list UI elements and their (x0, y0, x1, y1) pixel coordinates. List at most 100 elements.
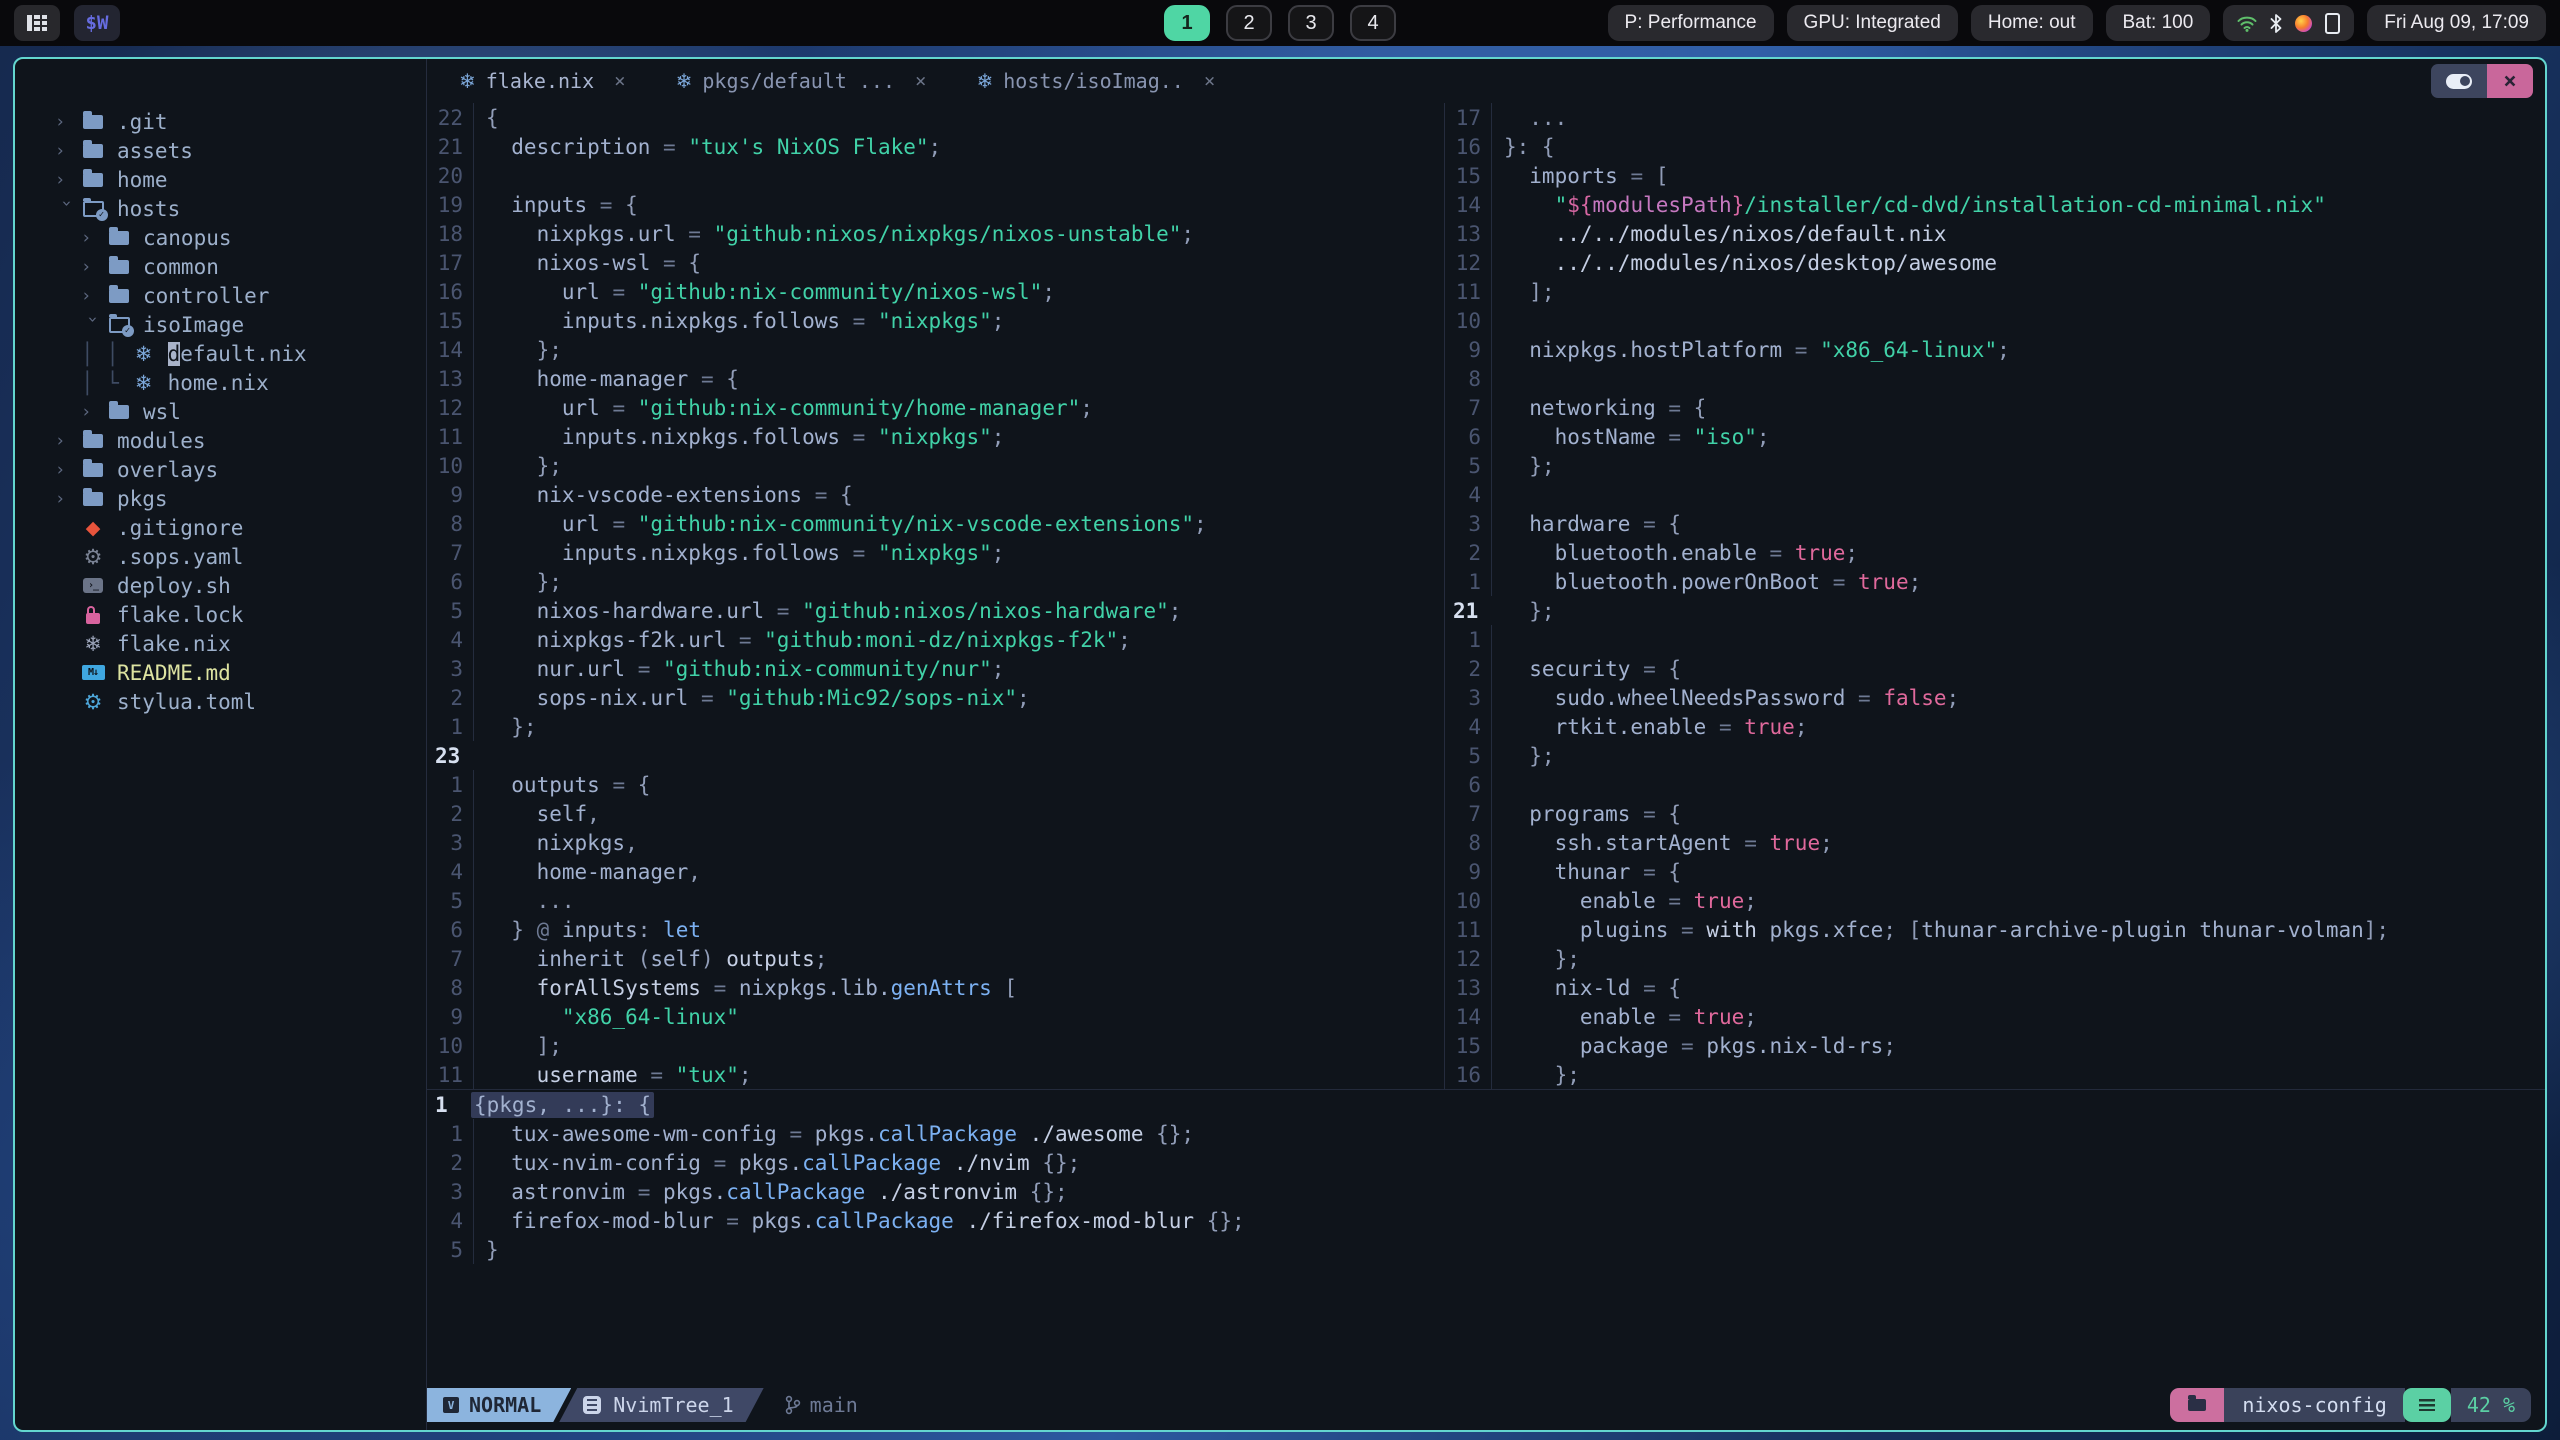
code-line[interactable]: 7 programs = { (1445, 799, 2545, 828)
code-line[interactable]: 13 ../../modules/nixos/default.nix (1445, 219, 2545, 248)
code-line[interactable]: 11 ]; (1445, 277, 2545, 306)
code-line[interactable]: 2 security = { (1445, 654, 2545, 683)
code-line[interactable]: 16 }; (1445, 1060, 2545, 1089)
tab-close-icon[interactable]: × (915, 70, 926, 92)
chevron-down-icon[interactable]: › (57, 198, 77, 224)
tree-item-pkgs[interactable]: › pkgs (15, 484, 426, 513)
code-line[interactable]: 6 }; (427, 567, 1444, 596)
tree-item-flake-nix[interactable]: ❄ flake.nix (15, 629, 426, 658)
tree-item-overlays[interactable]: › overlays (15, 455, 426, 484)
toggle-button[interactable] (2431, 64, 2487, 98)
code-line[interactable]: 8 (1445, 364, 2545, 393)
code-line[interactable]: 10 (1445, 306, 2545, 335)
tree-item-modules[interactable]: › modules (15, 426, 426, 455)
tree-item-default-nix[interactable]: │ │ ❄ default.nix (15, 339, 426, 368)
code-line[interactable]: 9 nixpkgs.hostPlatform = "x86_64-linux"; (1445, 335, 2545, 364)
code-line[interactable]: 16 url = "github:nix-community/nixos-wsl… (427, 277, 1444, 306)
code-line[interactable]: 3 nur.url = "github:nix-community/nur"; (427, 654, 1444, 683)
tree-item-flake-lock[interactable]: flake.lock (15, 600, 426, 629)
code-line[interactable]: 7 inherit (self) outputs; (427, 944, 1444, 973)
code-line[interactable]: 4 firefox-mod-blur = pkgs.callPackage ./… (427, 1206, 2545, 1235)
tab-close-icon[interactable]: × (614, 70, 625, 92)
launcher-button[interactable] (14, 5, 60, 41)
code-line[interactable]: 2 tux-nvim-config = pkgs.callPackage ./n… (427, 1148, 2545, 1177)
code-line[interactable]: 1 tux-awesome-wm-config = pkgs.callPacka… (427, 1119, 2545, 1148)
code-line[interactable]: 9 thunar = { (1445, 857, 2545, 886)
tree-item-common[interactable]: › common (15, 252, 426, 281)
code-line[interactable]: 14 enable = true; (1445, 1002, 2545, 1031)
code-line[interactable]: 1 {pkgs, ...}: { (427, 1090, 2545, 1119)
tree-item-README-md[interactable]: M↓ README.md (15, 658, 426, 687)
code-line[interactable]: 15 imports = [ (1445, 161, 2545, 190)
code-line[interactable]: 3 astronvim = pkgs.callPackage ./astronv… (427, 1177, 2545, 1206)
code-line[interactable]: 19 inputs = { (427, 190, 1444, 219)
code-line[interactable]: 20 (427, 161, 1444, 190)
code-line[interactable]: 11 username = "tux"; (427, 1060, 1444, 1089)
code-line[interactable]: 1 (1445, 625, 2545, 654)
code-line[interactable]: 7 networking = { (1445, 393, 2545, 422)
code-line[interactable]: 4 nixpkgs-f2k.url = "github:moni-dz/nixp… (427, 625, 1444, 654)
chevron-right-icon[interactable]: › (55, 141, 81, 161)
tree-item-isoImage[interactable]: › isoImage (15, 310, 426, 339)
code-line[interactable]: 1 outputs = { (427, 770, 1444, 799)
chevron-right-icon[interactable]: › (81, 257, 107, 277)
code-line[interactable]: 3 hardware = { (1445, 509, 2545, 538)
code-line[interactable]: 8 url = "github:nix-community/nix-vscode… (427, 509, 1444, 538)
workspace-button-3[interactable]: 3 (1288, 5, 1334, 41)
workspace-button-4[interactable]: 4 (1350, 5, 1396, 41)
code-line[interactable]: 5 }; (1445, 741, 2545, 770)
tree-item-assets[interactable]: › assets (15, 136, 426, 165)
code-line[interactable]: 15 inputs.nixpkgs.follows = "nixpkgs"; (427, 306, 1444, 335)
code-line[interactable]: 15 package = pkgs.nix-ld-rs; (1445, 1031, 2545, 1060)
code-line[interactable]: 12 }; (1445, 944, 2545, 973)
chevron-right-icon[interactable]: › (81, 286, 107, 306)
code-line[interactable]: 4 (1445, 480, 2545, 509)
chevron-right-icon[interactable]: › (55, 112, 81, 132)
code-line[interactable]: 12 ../../modules/nixos/desktop/awesome (1445, 248, 2545, 277)
chevron-right-icon[interactable]: › (81, 228, 107, 248)
chevron-right-icon[interactable]: › (81, 402, 107, 422)
code-line[interactable]: 9 "x86_64-linux" (427, 1002, 1444, 1031)
tree-item-stylua-toml[interactable]: ⚙ stylua.toml (15, 687, 426, 716)
tree-item-home-nix[interactable]: │ └ ❄ home.nix (15, 368, 426, 397)
tree-item--gitignore[interactable]: ◆ .gitignore (15, 513, 426, 542)
code-line[interactable]: 2 self, (427, 799, 1444, 828)
chevron-right-icon[interactable]: › (55, 170, 81, 190)
code-line[interactable]: 6 hostName = "iso"; (1445, 422, 2545, 451)
code-line[interactable]: 10 enable = true; (1445, 886, 2545, 915)
tree-item-wsl[interactable]: › wsl (15, 397, 426, 426)
code-line[interactable]: 5 ... (427, 886, 1444, 915)
chevron-right-icon[interactable]: › (55, 431, 81, 451)
code-line[interactable]: 14 }; (427, 335, 1444, 364)
code-line[interactable]: 5 nixos-hardware.url = "github:nixos/nix… (427, 596, 1444, 625)
tree-item-deploy-sh[interactable]: ›_ deploy.sh (15, 571, 426, 600)
code-line[interactable]: 16}: { (1445, 132, 2545, 161)
code-line[interactable]: 10 }; (427, 451, 1444, 480)
code-line[interactable]: 5 }; (1445, 451, 2545, 480)
code-line[interactable]: 18 nixpkgs.url = "github:nixos/nixpkgs/n… (427, 219, 1444, 248)
tree-item-home[interactable]: › home (15, 165, 426, 194)
code-line[interactable]: 21 description = "tux's NixOS Flake"; (427, 132, 1444, 161)
tab-flake-nix[interactable]: ❄ flake.nix × (441, 69, 644, 93)
tab-hosts-isoImag-[interactable]: ❄ hosts/isoImag.. × (958, 69, 1233, 93)
tree-item--sops-yaml[interactable]: ⚙ .sops.yaml (15, 542, 426, 571)
chevron-right-icon[interactable]: › (55, 489, 81, 509)
code-line[interactable]: 17 nixos-wsl = { (427, 248, 1444, 277)
code-line[interactable]: 5} (427, 1235, 2545, 1264)
code-line[interactable]: 13 home-manager = { (427, 364, 1444, 393)
code-line[interactable]: 23 (427, 741, 1444, 770)
code-line[interactable]: 2 bluetooth.enable = true; (1445, 538, 2545, 567)
code-line[interactable]: 9 nix-vscode-extensions = { (427, 480, 1444, 509)
code-line[interactable]: 8 ssh.startAgent = true; (1445, 828, 2545, 857)
code-line[interactable]: 11 plugins = with pkgs.xfce; [thunar-arc… (1445, 915, 2545, 944)
tree-item-controller[interactable]: › controller (15, 281, 426, 310)
code-line[interactable]: 6 (1445, 770, 2545, 799)
code-line[interactable]: 17 ... (1445, 103, 2545, 132)
code-line[interactable]: 8 forAllSystems = nixpkgs.lib.genAttrs [ (427, 973, 1444, 1002)
code-line[interactable]: 12 url = "github:nix-community/home-mana… (427, 393, 1444, 422)
code-line[interactable]: 3 nixpkgs, (427, 828, 1444, 857)
code-line[interactable]: 4 home-manager, (427, 857, 1444, 886)
tree-item-hosts[interactable]: › hosts (15, 194, 426, 223)
code-line[interactable]: 6 } @ inputs: let (427, 915, 1444, 944)
tree-item--git[interactable]: › .git (15, 107, 426, 136)
